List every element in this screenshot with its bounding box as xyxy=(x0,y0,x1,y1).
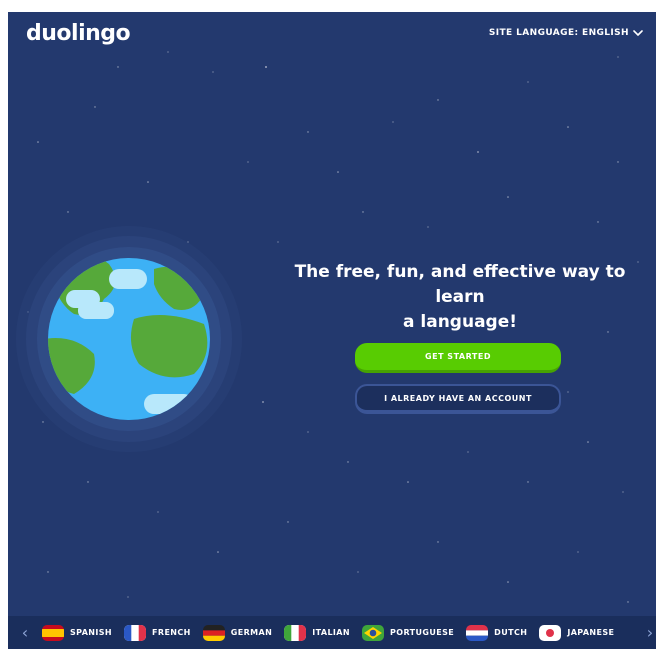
language-item-french[interactable]: FRENCH xyxy=(124,624,191,641)
get-started-button[interactable]: GET STARTED xyxy=(355,343,561,373)
hero-headline: The free, fun, and effective way to lear… xyxy=(272,260,648,335)
language-label: DUTCH xyxy=(494,628,528,637)
language-label: SPANISH xyxy=(70,628,113,637)
language-item-spanish[interactable]: SPANISH xyxy=(42,624,113,641)
chevron-left-icon[interactable]: ‹ xyxy=(8,623,42,642)
netherlands-flag-icon xyxy=(466,624,489,641)
language-item-german[interactable]: GERMAN xyxy=(202,624,273,641)
headline-line-1: The free, fun, and effective way to lear… xyxy=(294,262,626,307)
site-language-label: SITE LANGUAGE: ENGLISH xyxy=(488,28,629,38)
italy-flag-icon xyxy=(284,624,307,641)
language-bar: ‹ SPANISH FRENCH GERMAN ITALIAN PORTUGUE… xyxy=(8,616,656,649)
language-item-portuguese[interactable]: PORTUGUESE xyxy=(362,624,455,641)
site-language-selector[interactable]: SITE LANGUAGE: ENGLISH xyxy=(489,28,643,38)
duolingo-logo[interactable]: duolingo xyxy=(26,21,131,46)
language-label: ITALIAN xyxy=(312,628,350,637)
language-label: GERMAN xyxy=(230,628,273,637)
brazil-flag-icon xyxy=(362,624,384,641)
language-item-japanese[interactable]: JAPANESE xyxy=(539,624,615,641)
chevron-down-icon xyxy=(633,29,643,36)
language-label: JAPANESE xyxy=(567,628,615,637)
language-list: SPANISH FRENCH GERMAN ITALIAN PORTUGUESE… xyxy=(42,624,656,641)
language-label: PORTUGUESE xyxy=(390,628,455,637)
have-account-button[interactable]: I ALREADY HAVE AN ACCOUNT xyxy=(355,384,561,414)
earth-globe-illustration xyxy=(16,226,242,452)
spain-flag-icon xyxy=(42,624,64,641)
page-frame: duolingo SITE LANGUAGE: ENGLISH The free… xyxy=(8,12,656,649)
japan-flag-icon xyxy=(539,624,562,641)
language-item-italian[interactable]: ITALIAN xyxy=(284,624,350,641)
language-label: FRENCH xyxy=(152,628,191,637)
language-item-dutch[interactable]: DUTCH xyxy=(466,624,528,641)
germany-flag-icon xyxy=(202,624,225,641)
headline-line-2: a language! xyxy=(403,312,517,332)
france-flag-icon xyxy=(124,624,147,641)
chevron-right-icon[interactable]: › xyxy=(640,616,656,649)
